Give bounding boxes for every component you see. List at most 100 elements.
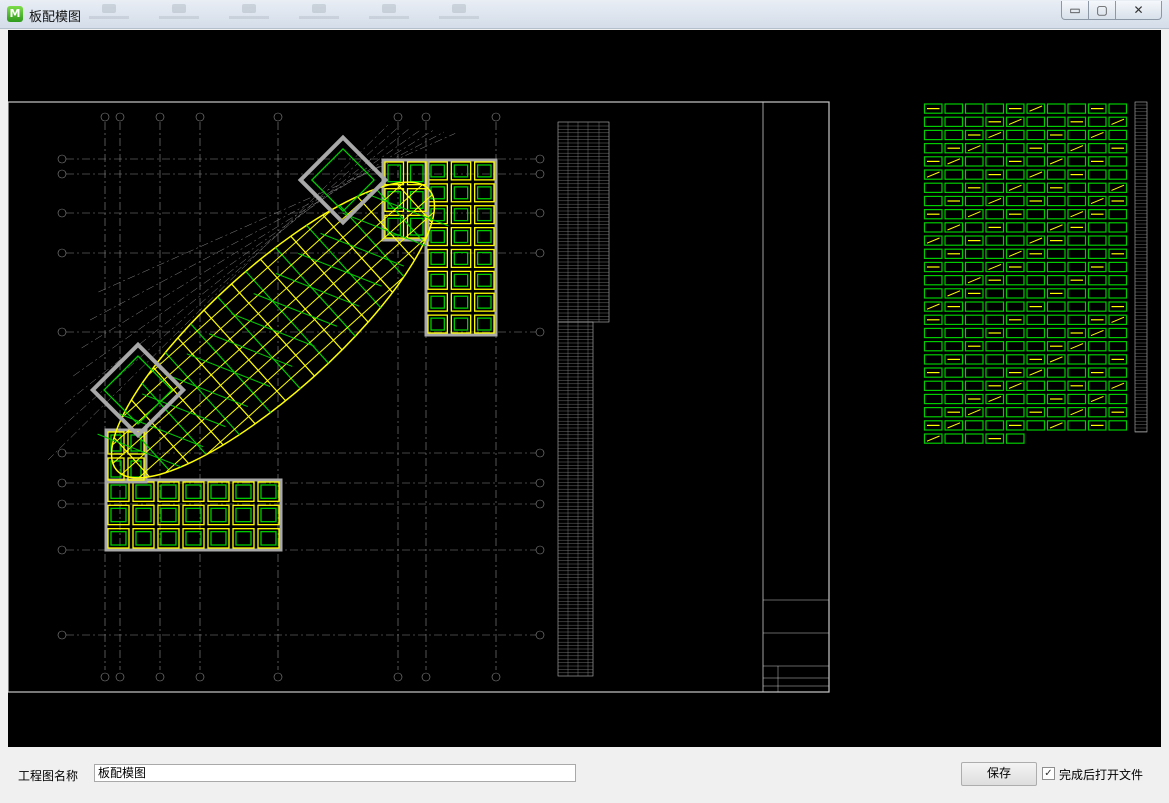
catalog-panel: [985, 301, 1005, 312]
catalog-panel: [964, 380, 984, 392]
catalog-panel: [1087, 288, 1107, 299]
catalog-panel: [964, 301, 984, 312]
grid-bubble: [57, 478, 67, 488]
form-panel-inner: [110, 531, 127, 546]
catalog-panel-mark: [988, 263, 1002, 271]
catalog-panel: [1067, 182, 1087, 193]
catalog-panel: [1108, 367, 1128, 378]
app-window: M 板配模图 ▭ ▢ ✕ 工程图名称 保存 ✓ 完成后打开文件: [0, 0, 1169, 803]
catalog-panel: [1005, 433, 1025, 444]
catalog-panel-mark: [967, 211, 981, 218]
catalog-panel: [944, 275, 964, 286]
drawing-name-label: 工程图名称: [18, 769, 79, 783]
form-panel-inner: [477, 186, 492, 200]
catalog-panel: [944, 235, 964, 246]
catalog-panel: [1087, 235, 1107, 246]
ghost-toolbar-icon: [436, 2, 482, 26]
open-after-label: 完成后打开文件: [1059, 768, 1144, 782]
form-panel-inner: [160, 507, 177, 523]
form-panel-inner: [477, 295, 492, 309]
open-after-checkbox[interactable]: ✓: [1042, 767, 1055, 780]
catalog-panel: [1108, 129, 1128, 141]
grid-bubble: [535, 169, 545, 179]
catalog-panel-mark: [1008, 184, 1022, 191]
footer-bar: 工程图名称 保存 ✓ 完成后打开文件: [0, 748, 1169, 803]
catalog-panel-mark: [1070, 145, 1084, 152]
grid-bubble: [535, 248, 545, 258]
catalog-panel: [985, 354, 1005, 365]
maximize-button[interactable]: ▢: [1088, 1, 1116, 20]
form-panel-inner: [409, 164, 424, 183]
catalog-panel: [1026, 341, 1046, 352]
formwork-drawing[interactable]: [8, 30, 1161, 747]
wall-outline: [104, 478, 283, 552]
form-panel-inner: [110, 507, 127, 523]
catalog-panel: [964, 195, 984, 207]
sheet-border: [8, 101, 830, 693]
catalog-panel: [1067, 156, 1087, 167]
catalog-panel: [923, 182, 943, 193]
catalog-panel: [964, 314, 984, 326]
catalog-panel: [1005, 195, 1025, 207]
form-panel-inner: [453, 317, 469, 331]
catalog-panel: [1026, 275, 1046, 286]
minimize-icon: ▭: [1069, 3, 1081, 17]
catalog-panel-mark: [988, 395, 1002, 403]
catalog-panel: [1108, 341, 1128, 352]
catalog-panel-mark: [947, 290, 961, 297]
panel-list-table: [557, 121, 610, 677]
form-panel-inner: [430, 317, 445, 331]
minimize-button[interactable]: ▭: [1061, 1, 1089, 20]
grid-bubble: [57, 499, 67, 509]
catalog-panel: [1087, 301, 1107, 312]
grid-bubble: [535, 208, 545, 218]
catalog-panel: [1026, 182, 1046, 193]
form-panel-inner: [210, 507, 227, 523]
catalog-panel-mark: [1090, 329, 1104, 337]
catalog-panel: [964, 222, 984, 233]
form-strip: [164, 237, 427, 474]
catalog-panel-mark: [988, 131, 1002, 139]
ghost-toolbar-icon: [226, 2, 272, 26]
catalog-panel: [1026, 209, 1046, 220]
catalog-panel: [1046, 380, 1066, 392]
grid-bubble: [155, 672, 165, 682]
catalog-panel: [944, 433, 964, 444]
form-panel-inner: [110, 484, 127, 499]
catalog-panel-mark: [1111, 382, 1125, 389]
drawing-viewport[interactable]: [8, 30, 1161, 747]
catalog-panel: [964, 261, 984, 273]
grid-bubble: [195, 672, 205, 682]
catalog-panel: [1005, 142, 1025, 154]
catalog-panel-mark: [1029, 171, 1043, 178]
catalog-panel: [985, 341, 1005, 352]
catalog-panel: [1026, 420, 1046, 431]
catalog-panel: [1005, 235, 1025, 246]
grid-bubble: [535, 448, 545, 458]
catalog-panel: [1108, 327, 1128, 339]
form-panel-inner: [453, 164, 469, 178]
close-button[interactable]: ✕: [1115, 1, 1162, 20]
catalog-panel-mark: [1090, 395, 1104, 403]
catalog-panel: [964, 156, 984, 167]
form-panel-inner: [135, 484, 152, 499]
title-bar[interactable]: M 板配模图 ▭ ▢ ✕: [0, 0, 1169, 29]
catalog-panel: [964, 169, 984, 180]
catalog-panel-mark: [1070, 409, 1084, 416]
grid-bubble: [393, 112, 403, 122]
catalog-panel: [1087, 380, 1107, 392]
catalog-panel: [985, 420, 1005, 431]
catalog-panel-mark: [926, 237, 940, 244]
form-panel-inner: [453, 229, 469, 244]
form-strip: [274, 247, 356, 337]
catalog-panel: [1108, 261, 1128, 273]
grid-bubble: [57, 248, 67, 258]
catalog-panel: [923, 288, 943, 299]
catalog-panel: [1005, 407, 1025, 418]
drawing-name-input[interactable]: [94, 764, 576, 782]
catalog-panel-mark: [1029, 369, 1043, 376]
catalog-panel: [985, 103, 1005, 114]
grid-bubble: [535, 630, 545, 640]
save-button[interactable]: 保存: [961, 762, 1037, 786]
grid-bubble: [421, 672, 431, 682]
